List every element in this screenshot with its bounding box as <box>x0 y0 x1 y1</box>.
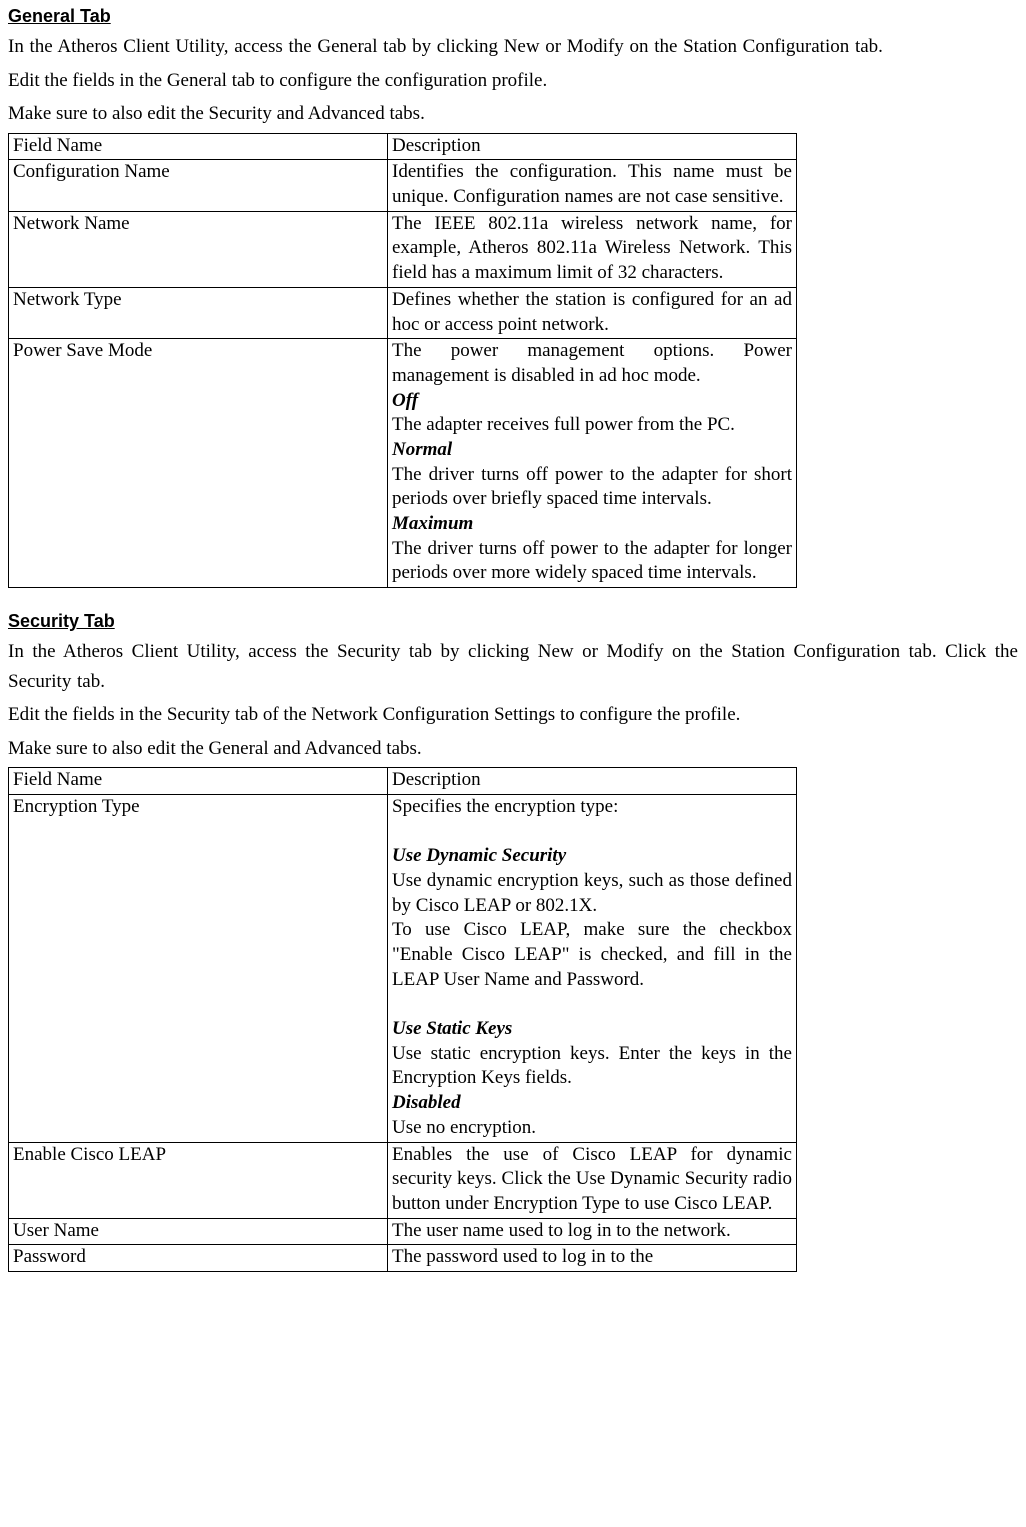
table-row: Configuration Name Identifies the config… <box>9 160 797 211</box>
general-row4-name: Power Save Mode <box>9 339 388 588</box>
general-row1-desc: Identifies the configuration. This name … <box>388 160 797 211</box>
table-row: User Name The user name used to log in t… <box>9 1218 797 1245</box>
table-row: Password The password used to log in to … <box>9 1245 797 1272</box>
general-header-field: Field Name <box>9 133 388 160</box>
dynamic-security-label: Use Dynamic Security <box>392 845 566 866</box>
security-row4-name: Password <box>9 1245 388 1272</box>
general-intro-1: In the Atheros Client Utility, access th… <box>8 32 1018 61</box>
general-header-desc: Description <box>388 133 797 160</box>
security-row1-name: Encryption Type <box>9 794 388 1142</box>
security-header-field: Field Name <box>9 768 388 795</box>
static-keys-desc: Use static encryption keys. Enter the ke… <box>392 1042 792 1091</box>
security-row2-desc: Enables the use of Cisco LEAP for dynami… <box>388 1142 797 1218</box>
dynamic-security-desc1: Use dynamic encryption keys, such as tho… <box>392 869 792 918</box>
power-save-intro: The power management options. Power mana… <box>392 339 792 388</box>
general-intro-2: Edit the fields in the General tab to co… <box>8 66 1018 95</box>
general-table: Field Name Description Configuration Nam… <box>8 133 797 588</box>
security-header-desc: Description <box>388 768 797 795</box>
general-row2-desc: The IEEE 802.11a wireless network name, … <box>388 211 797 287</box>
heading-security-tab: Security Tab <box>8 610 1018 633</box>
security-intro-1: In the Atheros Client Utility, access th… <box>8 637 1018 696</box>
security-table: Field Name Description Encryption Type S… <box>8 767 797 1272</box>
security-intro-3: Make sure to also edit the General and A… <box>8 734 1018 763</box>
power-off-label: Off <box>392 390 418 411</box>
general-row2-name: Network Name <box>9 211 388 287</box>
security-row2-name: Enable Cisco LEAP <box>9 1142 388 1218</box>
dynamic-security-desc2: To use Cisco LEAP, make sure the checkbo… <box>392 918 792 992</box>
power-max-desc: The driver turns off power to the adapte… <box>392 537 792 586</box>
power-max-label: Maximum <box>392 513 473 534</box>
static-keys-label: Use Static Keys <box>392 1018 512 1039</box>
power-normal-desc: The driver turns off power to the adapte… <box>392 463 792 512</box>
general-row4-desc: The power management options. Power mana… <box>388 339 797 588</box>
general-row3-name: Network Type <box>9 287 388 338</box>
table-row: Field Name Description <box>9 768 797 795</box>
security-row1-desc: Specifies the encryption type: Use Dynam… <box>388 794 797 1142</box>
table-row: Enable Cisco LEAP Enables the use of Cis… <box>9 1142 797 1218</box>
security-row3-desc: The user name used to log in to the netw… <box>388 1218 797 1245</box>
power-off-desc: The adapter receives full power from the… <box>392 413 792 438</box>
disabled-desc: Use no encryption. <box>392 1116 792 1141</box>
table-row: Encryption Type Specifies the encryption… <box>9 794 797 1142</box>
security-row4-desc: The password used to log in to the <box>388 1245 797 1272</box>
table-row: Field Name Description <box>9 133 797 160</box>
security-intro-2: Edit the fields in the Security tab of t… <box>8 700 1018 729</box>
encryption-intro: Specifies the encryption type: <box>392 795 792 820</box>
security-row3-name: User Name <box>9 1218 388 1245</box>
general-row1-name: Configuration Name <box>9 160 388 211</box>
table-row: Power Save Mode The power management opt… <box>9 339 797 588</box>
general-row3-desc: Defines whether the station is configure… <box>388 287 797 338</box>
table-row: Network Type Defines whether the station… <box>9 287 797 338</box>
general-intro-3: Make sure to also edit the Security and … <box>8 99 1018 128</box>
table-row: Network Name The IEEE 802.11a wireless n… <box>9 211 797 287</box>
disabled-label: Disabled <box>392 1092 461 1113</box>
power-normal-label: Normal <box>392 439 452 460</box>
heading-general-tab: General Tab <box>8 5 1018 28</box>
